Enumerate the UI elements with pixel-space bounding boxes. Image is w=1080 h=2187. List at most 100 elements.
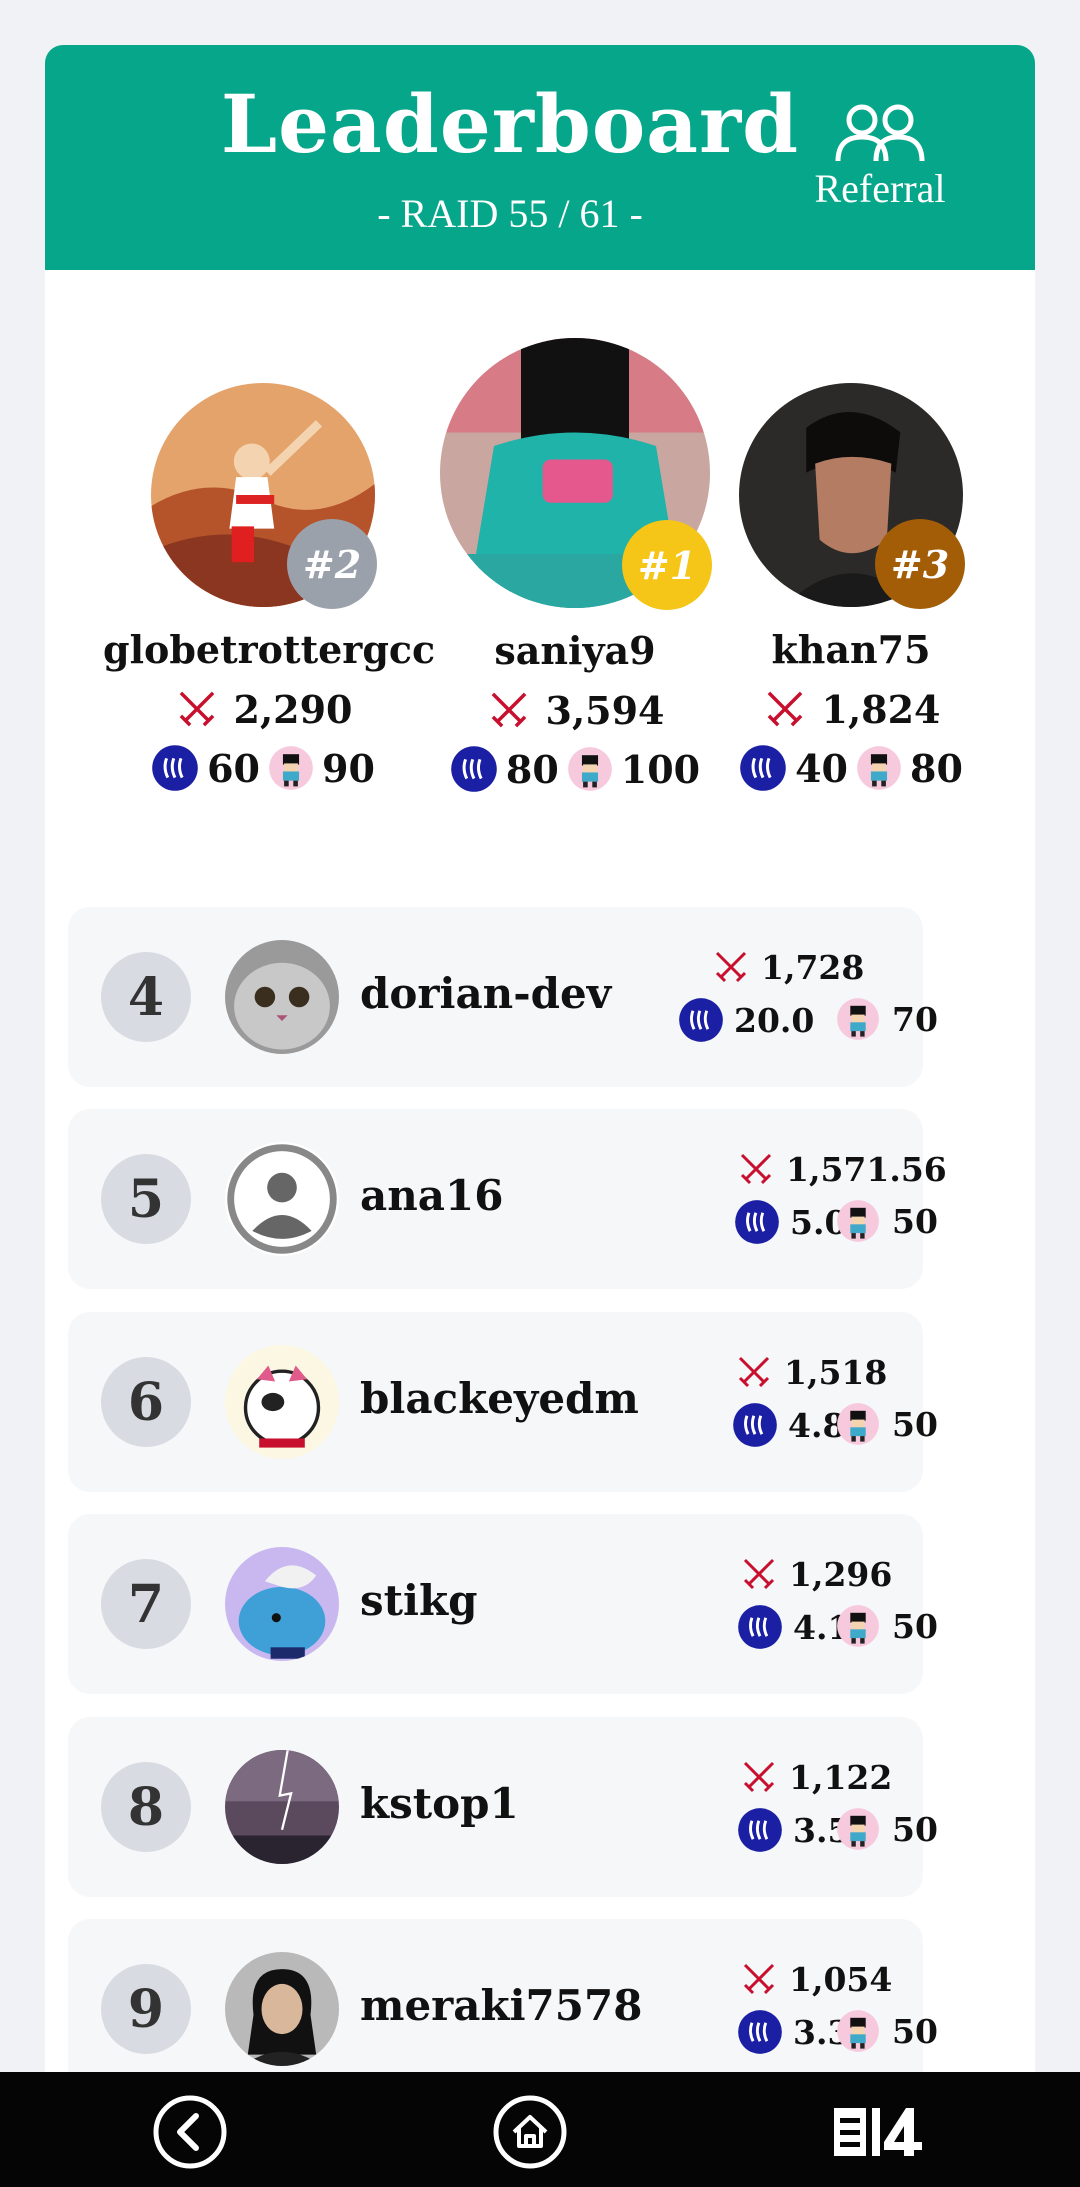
avatar	[225, 1750, 339, 1864]
avatar	[225, 1345, 339, 1459]
crossed-swords-icon	[743, 1761, 775, 1793]
row-stats: 1,518 4.8 50	[696, 1352, 1016, 1462]
home-button[interactable]	[492, 2094, 568, 2170]
crossed-swords-icon	[491, 692, 526, 728]
score-value: 1,122	[789, 1757, 893, 1797]
score-value: 3,594	[545, 687, 665, 733]
crossed-swords-icon	[738, 1356, 770, 1388]
crossed-swords-icon	[179, 691, 214, 727]
score: 2,290	[103, 686, 423, 732]
score-value: 1,571.56	[786, 1149, 947, 1189]
podium-third[interactable]: #3 khan75 1,824 40 80	[725, 383, 977, 792]
character-value: 50	[892, 1606, 938, 1646]
leaderboard-row[interactable]: 5 ana16 1,571.56 5.0 50	[68, 1109, 947, 1289]
steem-icon	[738, 2010, 782, 2054]
steem-value: 20.0	[734, 1000, 815, 1040]
rank-number: 5	[101, 1154, 191, 1244]
row-stats: 1,571.56 5.0 50	[698, 1149, 1018, 1259]
character-value: 50	[892, 1404, 938, 1444]
character-icon	[269, 746, 313, 790]
back-arrow-icon	[153, 2095, 227, 2169]
back-button[interactable]	[152, 2094, 228, 2170]
rewards: 40 80	[725, 744, 977, 792]
users-icon	[835, 104, 925, 162]
character-icon	[837, 998, 879, 1040]
app-logo-icon	[834, 2108, 922, 2156]
username: meraki7578	[360, 1981, 643, 2030]
username: ana16	[360, 1171, 504, 1220]
character-value: 100	[620, 746, 701, 792]
rewards: 60 90	[103, 744, 423, 792]
crossed-swords-icon	[715, 951, 747, 983]
crossed-swords-icon	[740, 1153, 772, 1185]
avatar	[225, 1547, 339, 1661]
username: globetrottergcc	[103, 627, 436, 672]
crossed-swords-icon	[767, 691, 802, 727]
score-value: 1,824	[821, 686, 941, 732]
steem-icon	[152, 745, 198, 791]
row-stats: 1,122 3.5 50	[701, 1757, 1021, 1867]
steem-icon	[735, 1200, 779, 1244]
rank-number: 4	[101, 952, 191, 1042]
referral-button[interactable]: Referral	[800, 103, 960, 253]
steem-icon	[738, 1808, 782, 1852]
rank-number: 7	[101, 1559, 191, 1649]
username: blackeyedm	[360, 1374, 639, 1423]
leaderboard-row[interactable]: 6 blackeyedm 1,518 4.8 50	[68, 1312, 938, 1492]
podium-first[interactable]: #1 saniya9 3,594 80 100	[420, 338, 730, 793]
home-icon	[493, 2095, 567, 2169]
row-stats: 1,054 3.3 50	[701, 1959, 1021, 2069]
steem-icon	[733, 1403, 777, 1447]
character-value: 50	[892, 1201, 938, 1241]
crossed-swords-icon	[743, 1963, 775, 1995]
leaderboard-row[interactable]: 4 dorian-dev 1,728 20.0 70	[68, 907, 938, 1087]
score-value: 1,518	[784, 1352, 888, 1392]
score-value: 1,728	[761, 947, 865, 987]
leaderboard-row[interactable]: 9 meraki7578 1,054 3.3 50	[68, 1919, 938, 2072]
rank-number: 8	[101, 1762, 191, 1852]
username: khan75	[771, 627, 931, 672]
steem-value: 40	[795, 745, 848, 791]
score-value: 2,290	[233, 686, 353, 732]
steem-icon	[679, 998, 723, 1042]
character-icon	[837, 2010, 879, 2052]
score: 3,594	[420, 687, 730, 733]
character-value: 50	[892, 1809, 938, 1849]
avatar	[225, 1952, 339, 2066]
character-icon	[567, 747, 612, 791]
username: stikg	[360, 1576, 478, 1625]
leaderboard-header: Leaderboard - RAID 55 / 61 - Referral	[45, 45, 1035, 270]
steem-value: 80	[505, 746, 559, 792]
rank-number: 6	[101, 1357, 191, 1447]
steem-value: 60	[207, 745, 260, 791]
character-icon	[837, 1403, 879, 1445]
bottom-navigation	[0, 2072, 1080, 2187]
steem-icon	[740, 745, 786, 791]
character-value: 50	[892, 2011, 938, 2051]
rank-badge: #1	[622, 520, 712, 610]
app-menu-button[interactable]	[832, 2094, 926, 2170]
row-stats: 1,728 20.0 70	[679, 947, 1001, 1057]
character-icon	[857, 746, 901, 790]
crossed-swords-icon	[743, 1558, 775, 1590]
rewards: 80 100	[420, 745, 730, 793]
username: dorian-dev	[360, 969, 612, 1018]
score-value: 1,054	[789, 1959, 893, 1999]
leaderboard-row[interactable]: 8 kstop1 1,122 3.5 50	[68, 1717, 938, 1897]
character-icon	[837, 1200, 879, 1242]
row-stats: 1,296 4.1 50	[701, 1554, 1021, 1664]
podium-second[interactable]: #2 globetrottergcc 2,290 60 90	[103, 383, 436, 792]
steem-icon	[451, 746, 497, 792]
rank-number: 9	[101, 1964, 191, 2054]
character-value: 90	[322, 745, 375, 791]
rank-badge: #2	[287, 519, 377, 609]
character-icon	[837, 1808, 879, 1850]
score: 1,824	[725, 686, 977, 732]
character-value: 80	[910, 745, 963, 791]
leaderboard-row[interactable]: 7 stikg 1,296 4.1 50	[68, 1514, 938, 1694]
username: kstop1	[360, 1779, 519, 1828]
avatar	[225, 940, 339, 1054]
score-value: 1,296	[789, 1554, 893, 1594]
default-avatar-icon	[225, 1142, 339, 1256]
steem-icon	[738, 1605, 782, 1649]
